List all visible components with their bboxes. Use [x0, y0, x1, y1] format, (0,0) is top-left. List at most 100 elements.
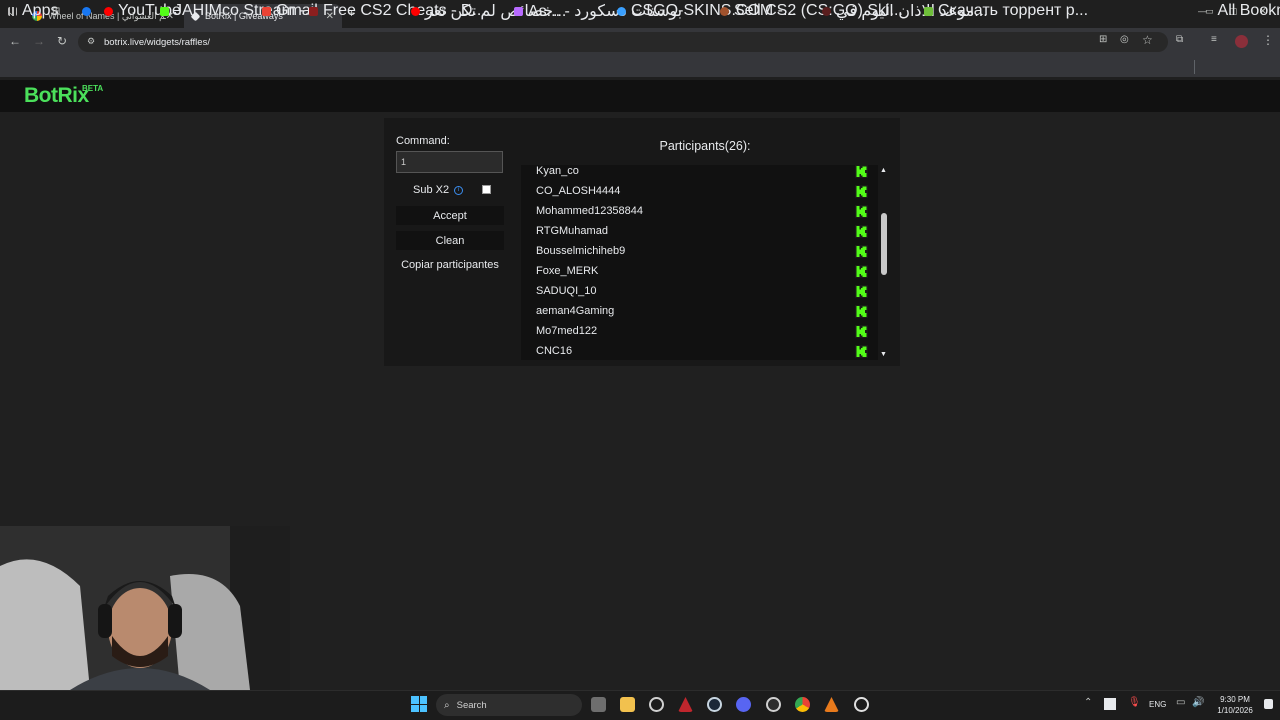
kick-icon — [855, 184, 868, 198]
participant-row: aeman4Gaming — [536, 301, 868, 321]
microphone-icon[interactable]: 🎙 — [1128, 697, 1141, 708]
botrix-logo[interactable]: BotRix — [24, 84, 89, 108]
scrollbar-thumb[interactable] — [881, 213, 887, 275]
kick-icon — [855, 244, 868, 258]
grid-icon: ⊞ — [52, 5, 61, 17]
reading-list-icon[interactable]: ≡ — [1211, 34, 1217, 45]
kick-icon — [855, 304, 868, 318]
youtube-icon — [104, 6, 113, 16]
participant-name: Kyan_co — [536, 165, 579, 177]
back-icon[interactable]: ← — [9, 34, 21, 48]
participant-row: CO_ALOSH4444 — [536, 181, 868, 201]
logitech-icon[interactable] — [649, 697, 664, 712]
sub-x2-option: Sub X2 i — [413, 184, 464, 196]
all-bookmarks[interactable]: ▭All Bookmarks — [1205, 2, 1280, 19]
clean-button[interactable]: Clean — [396, 231, 504, 250]
gem-icon — [514, 6, 523, 16]
participant-name: Mo7med122 — [536, 325, 598, 337]
accept-button[interactable]: Accept — [396, 206, 504, 225]
participant-name: RTGMuhamad — [536, 225, 608, 237]
kick-icon — [855, 204, 868, 218]
kick-icon — [855, 165, 868, 178]
settings-gear-icon[interactable] — [854, 697, 869, 712]
extensions-icon[interactable]: ⧉ — [1176, 34, 1183, 45]
notification-icon[interactable] — [1264, 699, 1273, 709]
site-info-icon[interactable]: ⚙ — [87, 36, 95, 47]
chrome-icon[interactable] — [795, 697, 810, 712]
participants-list[interactable]: Kyan_co CO_ALOSH4444 Mohammed12358844 RTGMu… — [521, 165, 878, 360]
participant-name: CNC16 — [536, 345, 573, 357]
kick-icon — [855, 344, 868, 358]
participant-name: SADUQI_10 — [536, 285, 597, 297]
bookmark-label: All Bookmarks — [1217, 2, 1280, 19]
eye-hidden-icon[interactable]: ◎ — [1120, 34, 1129, 45]
participant-row: Mo7med122 — [536, 321, 868, 341]
participant-name: Foxe_MERK — [536, 265, 599, 277]
bookmarks-bar — [0, 56, 1280, 78]
kick-icon — [160, 6, 169, 16]
address-bar[interactable]: ⚙ botrix.live/widgets/raffles/ — [78, 32, 1168, 52]
bookmark-apps[interactable]: Apps — [8, 2, 58, 19]
command-input[interactable] — [396, 151, 503, 173]
forward-icon[interactable]: → — [33, 34, 45, 48]
discord-icon[interactable] — [736, 697, 751, 712]
webcam-overlay — [0, 526, 290, 690]
file-explorer-icon[interactable] — [620, 697, 635, 712]
profile-avatar[interactable] — [1235, 35, 1248, 48]
participant-row: Foxe_MERK — [536, 261, 868, 281]
info-icon[interactable]: i — [454, 185, 464, 195]
bookmark-facebook[interactable] — [82, 4, 96, 18]
youtube-icon — [411, 6, 420, 16]
language-indicator[interactable]: ENG — [1149, 700, 1166, 709]
site-header — [0, 80, 1280, 112]
scroll-up-arrow-icon[interactable]: ▲ — [880, 167, 887, 174]
windows-start-icon[interactable] — [411, 696, 427, 712]
volume-icon[interactable]: 🔊 — [1192, 697, 1204, 708]
site-favicon-icon — [720, 6, 729, 16]
url-text: botrix.live/widgets/raffles/ — [104, 36, 210, 48]
folder-icon: ▭ — [1205, 5, 1214, 16]
network-icon[interactable]: ▭ — [1176, 697, 1185, 708]
steam-icon[interactable] — [707, 697, 722, 712]
kick-tray-icon[interactable] — [1104, 698, 1116, 710]
participant-row: Bousselmichiheb9 — [536, 241, 868, 261]
command-label: Command: — [396, 135, 450, 147]
site-favicon-icon — [822, 6, 831, 16]
webcam-feed — [0, 526, 290, 690]
reload-icon[interactable]: ↻ — [57, 34, 67, 48]
menu-kebab-icon[interactable]: ⋮ — [1262, 33, 1274, 47]
app-icon[interactable] — [766, 697, 781, 712]
gmail-icon — [262, 6, 271, 16]
taskbar-clock[interactable]: 9:30 PM 1/10/2026 — [1210, 694, 1260, 716]
bookmark-label: Скачать торрент р... — [938, 2, 1089, 19]
search-icon: ⌕ — [444, 699, 450, 711]
participant-row: SADUQI_10 — [536, 281, 868, 301]
bookmark-grid[interactable]: ⊞ — [52, 4, 60, 18]
site-favicon-icon — [924, 6, 933, 16]
sub-x2-label: Sub X2 — [413, 184, 450, 196]
bookmark-torrent[interactable]: Скачать торрент р... — [924, 2, 1089, 19]
participants-title: Participants(26): — [659, 139, 751, 153]
scroll-down-arrow-icon[interactable]: ▼ — [880, 351, 887, 358]
sub-x2-checkbox[interactable] — [482, 185, 491, 194]
site-favicon-icon — [309, 6, 318, 16]
kick-icon — [855, 284, 868, 298]
apps-grid-icon — [8, 6, 17, 16]
search-label: Search — [456, 699, 487, 711]
bookmarks-divider — [1194, 60, 1195, 74]
clock-date: 1/10/2026 — [1217, 706, 1253, 715]
task-view-icon[interactable] — [591, 697, 606, 712]
participant-row: CNC16 — [536, 341, 868, 360]
copy-participants-button[interactable]: Copiar participantes — [396, 259, 504, 271]
participant-name: Mohammed12358844 — [536, 205, 644, 217]
site-favicon-icon — [617, 6, 626, 16]
translate-icon[interactable]: ⊞ — [1099, 34, 1107, 45]
participant-name: CO_ALOSH4444 — [536, 185, 621, 197]
participant-name: aeman4Gaming — [536, 305, 615, 317]
participant-row: Kyan_co — [536, 165, 868, 181]
taskbar-search[interactable]: ⌕ Search — [436, 694, 582, 716]
bookmark-star-icon[interactable]: ☆ — [1142, 33, 1153, 47]
participant-name: Bousselmichiheb9 — [536, 245, 626, 257]
tray-overflow-icon[interactable]: ⌃ — [1084, 697, 1092, 708]
kick-icon — [855, 324, 868, 338]
